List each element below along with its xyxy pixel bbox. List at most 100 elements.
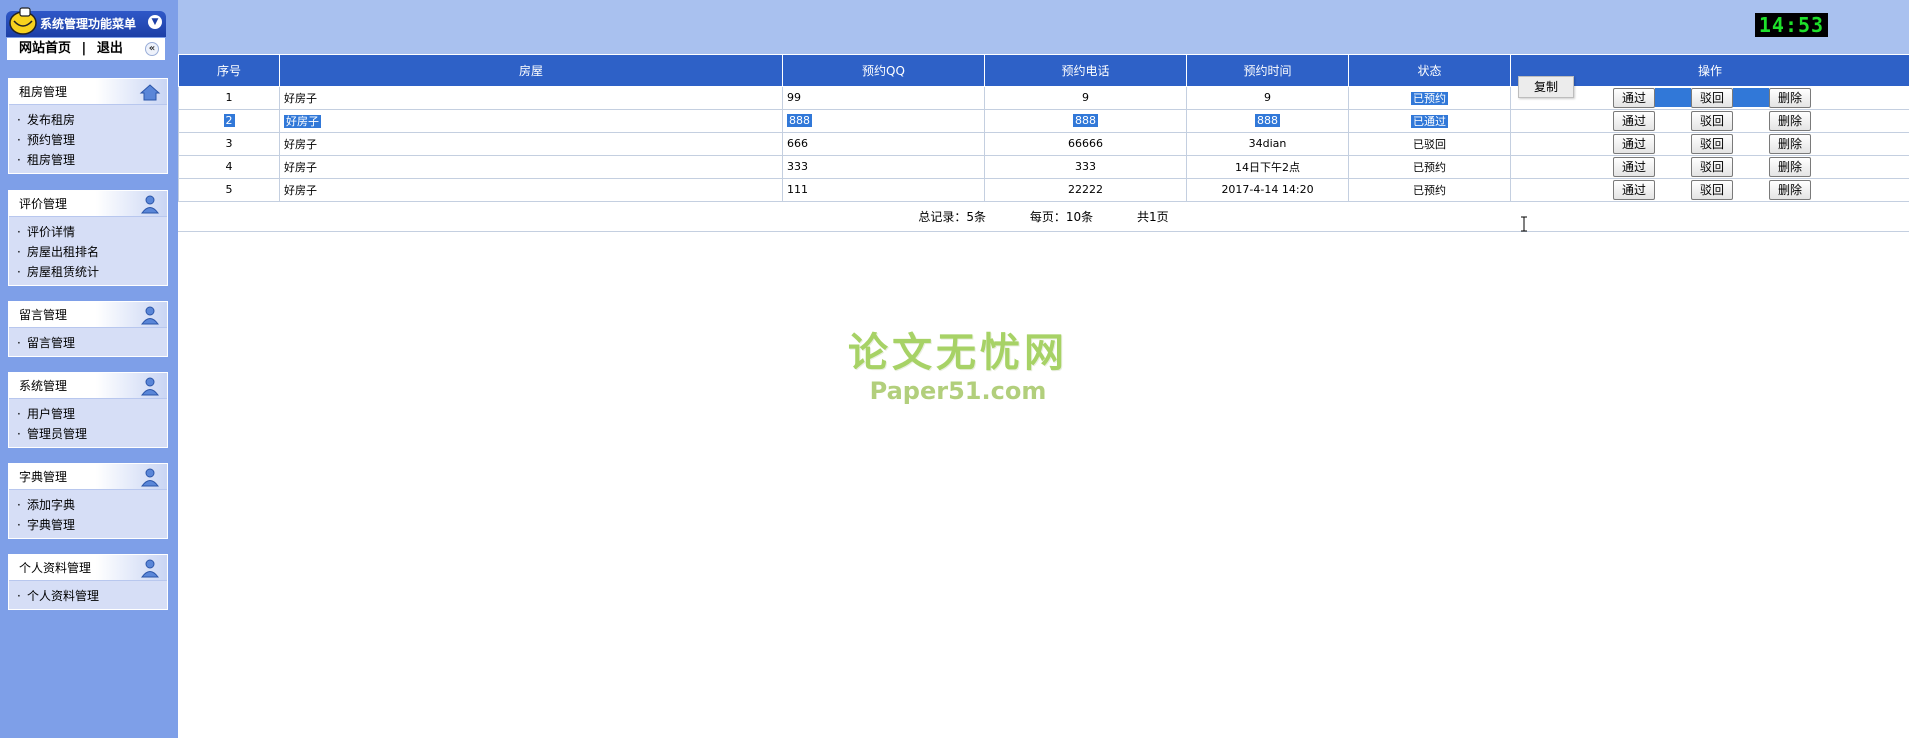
menu-item-add-dictionary[interactable]: · 添加字典 (17, 495, 167, 515)
delete-button[interactable]: 删除 (1769, 87, 1811, 108)
header-time: 预约时间 (1186, 55, 1349, 87)
booking-table: 序号 房屋 预约QQ 预约电话 预约时间 状态 操作 1 好房子 99 9 9 … (178, 55, 1909, 202)
menu-message-header[interactable]: 留言管理 (9, 302, 167, 328)
logo-icon (9, 7, 37, 35)
header-phone: 预约电话 (984, 55, 1187, 87)
cell-qq: 666 (782, 131, 985, 156)
menu-item-publish-rental[interactable]: · 发布租房 (17, 110, 167, 130)
menu-item-rental-statistics[interactable]: · 房屋租赁统计 (17, 262, 167, 282)
user-icon (141, 306, 159, 325)
menu-item-profile-management[interactable]: · 个人资料管理 (17, 586, 167, 606)
header-no: 序号 (178, 55, 280, 87)
reject-button[interactable]: 驳回 (1691, 87, 1733, 108)
table-header-row: 序号 房屋 预约QQ 预约电话 预约时间 状态 操作 (178, 55, 1909, 87)
menu-rental-header[interactable]: 租房管理 (9, 79, 167, 105)
cell-qq: 111 (782, 177, 985, 202)
cell-phone: 66666 (984, 131, 1187, 156)
cell-status: 已驳回 (1348, 131, 1511, 156)
cell-time: 34dian (1186, 131, 1349, 156)
copy-popup-button[interactable]: 复制 (1518, 76, 1574, 98)
delete-button[interactable]: 删除 (1769, 110, 1811, 131)
cell-phone: 22222 (984, 177, 1187, 202)
cell-house: 好房子 (279, 177, 783, 202)
user-icon (141, 559, 159, 578)
menu-dictionary: 字典管理 · 添加字典 · 字典管理 (8, 463, 168, 539)
cell-status: 已预约 (1348, 85, 1511, 110)
menu-item-rental-management[interactable]: · 租房管理 (17, 150, 167, 170)
cell-status: 已预约 (1348, 177, 1511, 202)
cell-house: 好房子 (279, 131, 783, 156)
header-house: 房屋 (279, 55, 783, 87)
approve-button[interactable]: 通过 (1613, 87, 1655, 108)
menu-item-review-details[interactable]: · 评价详情 (17, 222, 167, 242)
menu-item-message-management[interactable]: · 留言管理 (17, 333, 167, 353)
menu-item-dictionary-management[interactable]: · 字典管理 (17, 515, 167, 535)
clock: 14:53 (1755, 13, 1828, 37)
house-icon (139, 84, 161, 101)
collapse-sidebar-icon[interactable]: « (145, 42, 159, 56)
reject-button[interactable]: 驳回 (1691, 179, 1733, 200)
delete-button[interactable]: 删除 (1769, 179, 1811, 200)
delete-button[interactable]: 删除 (1769, 156, 1811, 177)
cell-no: 5 (178, 177, 280, 202)
menu-item-booking-management[interactable]: · 预约管理 (17, 130, 167, 150)
user-icon (141, 377, 159, 396)
reject-button[interactable]: 驳回 (1691, 156, 1733, 177)
cell-actions: 通过 驳回 删除 (1510, 177, 1909, 202)
cell-time: 2017-4-14 14:20 (1186, 177, 1349, 202)
table-row: 1 好房子 99 9 9 已预约 通过 驳回 删除 (178, 85, 1909, 110)
pagination: 总记录：5条 每页：10条 共1页 (178, 202, 1909, 232)
cell-status: 已预约 (1348, 154, 1511, 179)
approve-button[interactable]: 通过 (1613, 156, 1655, 177)
header-qq: 预约QQ (782, 55, 985, 87)
user-icon (141, 195, 159, 214)
cell-house: 好房子 (279, 154, 783, 179)
menu-item-house-ranking[interactable]: · 房屋出租排名 (17, 242, 167, 262)
collapse-all-icon[interactable]: ▼ (148, 15, 162, 29)
menu-system-header[interactable]: 系统管理 (9, 373, 167, 399)
total-records: 总记录：5条 (918, 209, 987, 224)
text-cursor-icon (1521, 216, 1527, 232)
watermark: 论文无忧网 Paper51.com (848, 330, 1068, 410)
approve-button[interactable]: 通过 (1613, 179, 1655, 200)
logout-link[interactable]: 退出 (97, 41, 123, 56)
cell-no: 4 (178, 154, 280, 179)
total-pages: 共1页 (1136, 209, 1169, 224)
cell-actions: 通过 驳回 删除 (1510, 108, 1909, 133)
cell-phone: 888 (984, 108, 1187, 133)
delete-button[interactable]: 删除 (1769, 133, 1811, 154)
reject-button[interactable]: 驳回 (1691, 133, 1733, 154)
menu-dictionary-header[interactable]: 字典管理 (9, 464, 167, 490)
sidebar-links: 网站首页 | 退出 « (6, 37, 166, 61)
cell-time: 9 (1186, 85, 1349, 110)
menu-item-user-management[interactable]: · 用户管理 (17, 404, 167, 424)
menu-profile: 个人资料管理 · 个人资料管理 (8, 554, 168, 610)
link-separator: | (81, 41, 87, 56)
user-icon (141, 468, 159, 487)
sidebar-header: 系统管理功能菜单 ▼ 网站首页 | 退出 « (6, 7, 166, 61)
approve-button[interactable]: 通过 (1613, 133, 1655, 154)
cell-actions: 通过 驳回 删除 (1510, 154, 1909, 179)
reject-button[interactable]: 驳回 (1691, 110, 1733, 131)
approve-button[interactable]: 通过 (1613, 110, 1655, 131)
cell-no: 1 (178, 85, 280, 110)
table-row: 3 好房子 666 66666 34dian 已驳回 通过 驳回 删除 (178, 131, 1909, 156)
cell-qq: 99 (782, 85, 985, 110)
cell-actions: 通过 驳回 删除 (1510, 131, 1909, 156)
cell-qq: 333 (782, 154, 985, 179)
cell-no: 2 (178, 108, 280, 133)
menu-review: 评价管理 · 评价详情 · 房屋出租排名 · 房屋租赁统计 (8, 190, 168, 286)
sidebar: 系统管理功能菜单 ▼ 网站首页 | 退出 « 租房管理 · 发布租房 · 预约管理 … (0, 0, 178, 738)
cell-no: 3 (178, 131, 280, 156)
home-link[interactable]: 网站首页 (19, 41, 71, 56)
cell-qq: 888 (782, 108, 985, 133)
menu-item-admin-management[interactable]: · 管理员管理 (17, 424, 167, 444)
selection-highlight (1655, 88, 1691, 107)
menu-rental: 租房管理 · 发布租房 · 预约管理 · 租房管理 (8, 78, 168, 174)
table-row: 5 好房子 111 22222 2017-4-14 14:20 已预约 通过 驳回… (178, 177, 1909, 202)
selection-highlight (1733, 88, 1769, 107)
cell-house: 好房子 (279, 85, 783, 110)
menu-review-header[interactable]: 评价管理 (9, 191, 167, 217)
menu-message: 留言管理 · 留言管理 (8, 301, 168, 357)
menu-profile-header[interactable]: 个人资料管理 (9, 555, 167, 581)
